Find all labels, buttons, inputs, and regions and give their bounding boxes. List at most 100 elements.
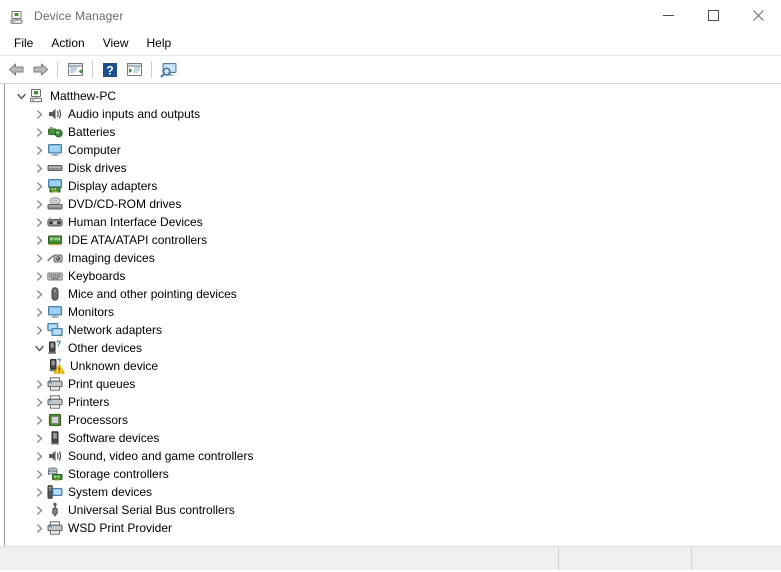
tree-item-software-devices[interactable]: Software devices <box>5 429 781 447</box>
tree-item-other-devices[interactable]: ? Other devices <box>5 339 781 357</box>
chevron-right-icon[interactable] <box>31 286 47 302</box>
tree-item-print-queues[interactable]: Print queues <box>5 375 781 393</box>
computer-root-icon <box>29 88 45 104</box>
properties-button[interactable] <box>63 58 87 81</box>
tree-item-mice-and-other-pointing-devices[interactable]: Mice and other pointing devices <box>5 285 781 303</box>
status-pane-message <box>0 547 559 570</box>
usb-icon <box>47 502 63 518</box>
tree-item-label: Matthew-PC <box>50 89 117 103</box>
software-device-icon <box>47 430 63 446</box>
device-tree-pane[interactable]: Matthew-PC Audio inputs and outputs Batt… <box>5 84 781 546</box>
toolbar: ? <box>0 56 781 84</box>
chevron-right-icon[interactable] <box>31 376 47 392</box>
tree-item-wsd-print-provider[interactable]: WSD Print Provider <box>5 519 781 537</box>
toolbar-separator-3 <box>151 61 152 78</box>
device-manager-window: Device Manager File Action View Help ? M… <box>0 0 781 572</box>
chevron-right-icon[interactable] <box>31 250 47 266</box>
tree-item-printers[interactable]: Printers <box>5 393 781 411</box>
disk-drive-icon <box>47 160 63 176</box>
chevron-right-icon[interactable] <box>31 160 47 176</box>
tree-item-disk-drives[interactable]: Disk drives <box>5 159 781 177</box>
help-button[interactable]: ? <box>98 58 122 81</box>
close-button[interactable] <box>736 0 781 31</box>
scan-for-hardware-changes-icon <box>160 62 178 78</box>
show-hidden-devices-button[interactable] <box>122 58 146 81</box>
chevron-right-icon[interactable] <box>31 502 47 518</box>
tree-item-system-devices[interactable]: System devices <box>5 483 781 501</box>
chevron-right-icon[interactable] <box>31 268 47 284</box>
window-title: Device Manager <box>34 8 124 23</box>
svg-text:?: ? <box>106 63 113 77</box>
tree-item-storage-controllers[interactable]: Storage controllers <box>5 465 781 483</box>
tree-item-dvd-cd-rom-drives[interactable]: DVD/CD-ROM drives <box>5 195 781 213</box>
menu-item-file[interactable]: File <box>5 33 42 54</box>
network-adapter-icon <box>47 322 63 338</box>
ide-controller-icon <box>47 232 63 248</box>
tree-item-batteries[interactable]: Batteries <box>5 123 781 141</box>
chevron-right-icon[interactable] <box>31 106 47 122</box>
tree-item-keyboards[interactable]: Keyboards <box>5 267 781 285</box>
tree-item-imaging-devices[interactable]: Imaging devices <box>5 249 781 267</box>
battery-icon <box>47 124 63 140</box>
chevron-right-icon[interactable] <box>31 178 47 194</box>
tree-item-label: Software devices <box>68 431 160 445</box>
status-bar <box>0 546 781 570</box>
tree-item-label: IDE ATA/ATAPI controllers <box>68 233 208 247</box>
toolbar-separator-2 <box>92 61 93 78</box>
back-button[interactable] <box>4 58 28 81</box>
tree-item-network-adapters[interactable]: Network adapters <box>5 321 781 339</box>
tree-item-unknown-device[interactable]: ? Unknown device <box>5 357 781 375</box>
title-bar: Device Manager <box>0 0 781 32</box>
unknown-device-icon: ? <box>47 340 63 356</box>
minimize-button[interactable] <box>646 0 691 31</box>
tree-item-label: Other devices <box>68 341 143 355</box>
chevron-right-icon[interactable] <box>31 304 47 320</box>
tree-item-label: Audio inputs and outputs <box>68 107 201 121</box>
tree-item-label: DVD/CD-ROM drives <box>68 197 182 211</box>
tree-item-label: System devices <box>68 485 153 499</box>
chevron-right-icon[interactable] <box>31 466 47 482</box>
tree-item-monitors[interactable]: Monitors <box>5 303 781 321</box>
hid-icon <box>47 214 63 230</box>
tree-item-label: Monitors <box>68 305 115 319</box>
chevron-right-icon[interactable] <box>31 412 47 428</box>
chevron-right-icon[interactable] <box>31 124 47 140</box>
chevron-down-icon[interactable] <box>31 340 47 356</box>
tree-item-sound-video-and-game-controllers[interactable]: Sound, video and game controllers <box>5 447 781 465</box>
printer-icon <box>47 394 63 410</box>
chevron-right-icon[interactable] <box>31 430 47 446</box>
menu-item-action[interactable]: Action <box>42 33 93 54</box>
status-pane-secondary <box>559 547 692 570</box>
display-adapter-icon <box>47 178 63 194</box>
maximize-button[interactable] <box>691 0 736 31</box>
monitor-icon <box>47 304 63 320</box>
forward-button[interactable] <box>28 58 52 81</box>
chevron-down-icon[interactable] <box>13 88 29 104</box>
tree-item-matthew-pc[interactable]: Matthew-PC <box>5 87 781 105</box>
tree-item-label: Human Interface Devices <box>68 215 203 229</box>
chevron-right-icon[interactable] <box>31 214 47 230</box>
chevron-right-icon[interactable] <box>31 484 47 500</box>
chevron-right-icon[interactable] <box>31 448 47 464</box>
menu-item-view[interactable]: View <box>94 33 138 54</box>
chevron-right-icon[interactable] <box>31 394 47 410</box>
speaker-icon <box>47 106 63 122</box>
tree-item-ide-ata-atapi-controllers[interactable]: IDE ATA/ATAPI controllers <box>5 231 781 249</box>
tree-item-processors[interactable]: Processors <box>5 411 781 429</box>
menu-bar: File Action View Help <box>0 32 781 56</box>
menu-item-help[interactable]: Help <box>138 33 181 54</box>
chevron-right-icon[interactable] <box>31 196 47 212</box>
tree-item-display-adapters[interactable]: Display adapters <box>5 177 781 195</box>
chevron-right-icon[interactable] <box>31 322 47 338</box>
chevron-right-icon[interactable] <box>31 520 47 536</box>
chevron-right-icon[interactable] <box>31 232 47 248</box>
tree-item-human-interface-devices[interactable]: Human Interface Devices <box>5 213 781 231</box>
tree-item-computer[interactable]: Computer <box>5 141 781 159</box>
scan-for-hardware-changes-button[interactable] <box>157 58 181 81</box>
tree-item-audio-inputs-and-outputs[interactable]: Audio inputs and outputs <box>5 105 781 123</box>
tree-item-label: Sound, video and game controllers <box>68 449 254 463</box>
tree-item-universal-serial-bus-controllers[interactable]: Universal Serial Bus controllers <box>5 501 781 519</box>
mouse-icon <box>47 286 63 302</box>
chevron-right-icon[interactable] <box>31 142 47 158</box>
storage-controller-icon <box>47 466 63 482</box>
